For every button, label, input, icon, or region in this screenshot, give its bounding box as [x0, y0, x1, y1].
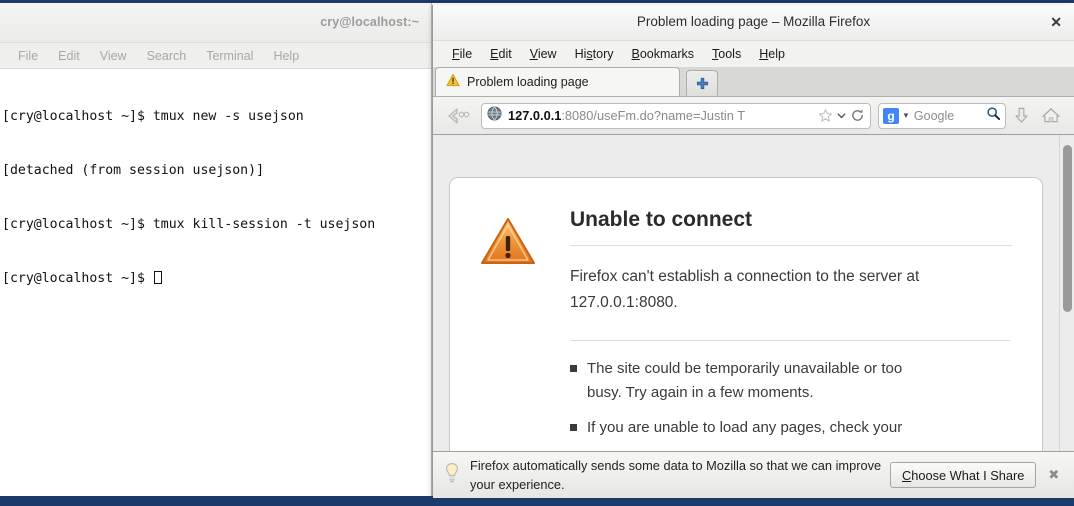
terminal-menu-file[interactable]: File: [8, 49, 48, 63]
firefox-window[interactable]: Problem loading page – Mozilla Firefox ✕…: [432, 5, 1074, 498]
error-page-container: Unable to connect Firefox can't establis…: [449, 177, 1043, 498]
menu-view[interactable]: View: [521, 47, 566, 61]
terminal-cursor: [153, 271, 162, 284]
url-text: 127.0.0.1:8080/useFm.do?name=Justin T: [508, 108, 815, 123]
terminal-titlebar[interactable]: cry@localhost:~: [0, 3, 431, 43]
firefox-tabstrip[interactable]: Problem loading page: [433, 67, 1074, 97]
firefox-navigation-toolbar[interactable]: 127.0.0.1:8080/useFm.do?name=Justin T g …: [433, 97, 1074, 135]
back-forward-icon[interactable]: [441, 103, 477, 129]
warning-triangle-icon: [480, 216, 536, 271]
reload-icon[interactable]: [850, 108, 865, 123]
choose-what-i-share-button[interactable]: Choose What I Share: [890, 462, 1037, 488]
error-description: Firefox can't establish a connection to …: [570, 246, 1010, 341]
terminal-prompt-line: [cry@localhost ~]$: [2, 270, 431, 288]
terminal-title: cry@localhost:~: [320, 15, 419, 29]
chevron-down-icon[interactable]: ▼: [902, 111, 910, 120]
desktop: cry@localhost:~ File Edit View Search Te…: [0, 0, 1074, 506]
google-engine-icon[interactable]: g: [883, 107, 899, 124]
download-arrow-icon[interactable]: [1006, 106, 1036, 125]
terminal-prompt: [cry@localhost ~]$: [2, 271, 153, 286]
error-suggestion-item: If you are unable to load any pages, che…: [570, 416, 940, 440]
notification-bar[interactable]: Firefox automatically sends some data to…: [433, 451, 1074, 498]
terminal-line: [cry@localhost ~]$ tmux new -s usejson: [2, 109, 304, 124]
globe-icon: [487, 105, 502, 126]
firefox-window-title: Problem loading page – Mozilla Firefox: [636, 14, 871, 29]
menu-history[interactable]: History: [566, 47, 623, 61]
star-icon[interactable]: [818, 108, 833, 123]
terminal-menu-help[interactable]: Help: [263, 49, 309, 63]
magnifier-icon[interactable]: [986, 106, 1001, 126]
firefox-titlebar[interactable]: Problem loading page – Mozilla Firefox ✕: [433, 5, 1074, 41]
page-content-area: Unable to connect Firefox can't establis…: [433, 135, 1074, 498]
close-icon[interactable]: ✕: [1050, 14, 1062, 30]
terminal-menu-edit[interactable]: Edit: [48, 49, 90, 63]
error-suggestion-list: The site could be temporarily unavailabl…: [570, 341, 1012, 440]
chevron-down-icon[interactable]: [836, 110, 847, 121]
notification-text: Firefox automatically sends some data to…: [470, 458, 882, 492]
menu-bookmarks[interactable]: Bookmarks: [623, 47, 704, 61]
terminal-output[interactable]: [cry@localhost ~]$ tmux new -s usejson […: [0, 70, 431, 496]
terminal-window[interactable]: cry@localhost:~ File Edit View Search Te…: [0, 3, 432, 496]
search-input[interactable]: Google: [914, 109, 986, 123]
search-bar[interactable]: g ▼ Google: [878, 102, 1006, 129]
error-suggestion-item: The site could be temporarily unavailabl…: [570, 357, 940, 405]
url-bar[interactable]: 127.0.0.1:8080/useFm.do?name=Justin T: [481, 102, 871, 129]
tab-problem-loading-page[interactable]: Problem loading page: [435, 67, 680, 96]
terminal-menu-terminal[interactable]: Terminal: [196, 49, 263, 63]
terminal-menu-view[interactable]: View: [90, 49, 137, 63]
terminal-menubar[interactable]: File Edit View Search Terminal Help: [0, 43, 431, 69]
terminal-line: [detached (from session usejson)]: [2, 163, 265, 178]
firefox-menubar[interactable]: File Edit View History Bookmarks Tools H…: [433, 41, 1074, 67]
terminal-menu-search[interactable]: Search: [137, 49, 197, 63]
menu-help[interactable]: Help: [750, 47, 794, 61]
menu-tools[interactable]: Tools: [703, 47, 750, 61]
warning-triangle-icon: [446, 73, 460, 92]
terminal-line: [cry@localhost ~]$ tmux kill-session -t …: [2, 217, 376, 232]
lightbulb-icon: [443, 462, 461, 489]
menu-file[interactable]: File: [443, 47, 481, 61]
error-header: Unable to connect Firefox can't establis…: [480, 208, 1012, 451]
error-text-block: Unable to connect Firefox can't establis…: [570, 208, 1012, 451]
scrollbar-thumb[interactable]: [1063, 145, 1072, 312]
tab-label: Problem loading page: [467, 75, 589, 89]
vertical-scrollbar[interactable]: [1059, 135, 1074, 498]
url-path: :8080/useFm.do?name=Justin T: [561, 108, 746, 123]
notification-close-icon[interactable]: ✖: [1048, 467, 1059, 483]
menu-edit[interactable]: Edit: [481, 47, 521, 61]
home-icon[interactable]: [1036, 106, 1066, 125]
url-host: 127.0.0.1: [508, 108, 562, 123]
error-title: Unable to connect: [570, 208, 1012, 246]
new-tab-button[interactable]: [686, 70, 718, 96]
